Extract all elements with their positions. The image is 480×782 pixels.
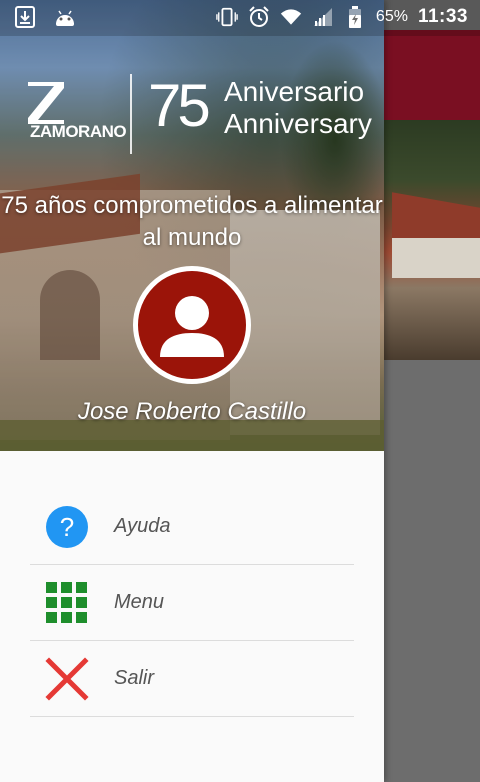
anniversary-logo: ZAMORANO 75 Aniversario Anniversary	[24, 72, 372, 156]
menu-item-menu[interactable]: Menu	[30, 565, 354, 641]
user-name: Jose Roberto Castillo	[77, 398, 307, 425]
drawer-menu: ? Ayuda Menu Salir	[30, 489, 354, 717]
logo-divider	[130, 74, 132, 154]
menu-label: Menu	[114, 591, 165, 613]
help-icon: ?	[44, 504, 90, 550]
download-icon	[14, 6, 36, 28]
wifi-icon	[280, 6, 302, 28]
menu-label: Ayuda	[114, 515, 171, 537]
svg-text:?: ?	[60, 512, 74, 542]
anniversary-line-es: Aniversario	[224, 76, 365, 107]
header-tagline: 75 años comprometidos a alimentar al mun…	[1, 192, 383, 251]
close-icon	[44, 656, 90, 702]
anniversary-line-en: Anniversary	[224, 108, 372, 139]
menu-label: Salir	[114, 667, 155, 689]
alarm-icon	[248, 6, 270, 28]
avatar[interactable]	[133, 266, 251, 384]
status-left-icons	[14, 6, 76, 28]
grid-icon	[44, 580, 90, 626]
battery-percent: 65%	[375, 8, 408, 25]
status-bar: 65% 11:33	[0, 0, 480, 36]
status-right-icons: 65% 11:33	[216, 6, 468, 28]
android-icon	[54, 6, 76, 28]
anniversary-number: 75	[148, 72, 211, 139]
drawer-header: ZAMORANO 75 Aniversario Anniversary 75 a…	[0, 0, 384, 451]
vibrate-icon	[216, 6, 238, 28]
clock: 11:33	[417, 6, 468, 27]
menu-item-ayuda[interactable]: ? Ayuda	[30, 489, 354, 565]
zamorano-brand-text: ZAMORANO	[30, 122, 127, 141]
background-photo-wall	[392, 238, 480, 278]
menu-item-salir[interactable]: Salir	[30, 641, 354, 717]
signal-icon	[312, 6, 334, 28]
anniversary-text: Aniversario Anniversary	[224, 76, 372, 140]
battery-icon	[344, 6, 366, 28]
background-app-bar	[384, 30, 480, 120]
person-icon	[160, 296, 224, 357]
navigation-drawer: ZAMORANO 75 Aniversario Anniversary 75 a…	[0, 0, 384, 782]
